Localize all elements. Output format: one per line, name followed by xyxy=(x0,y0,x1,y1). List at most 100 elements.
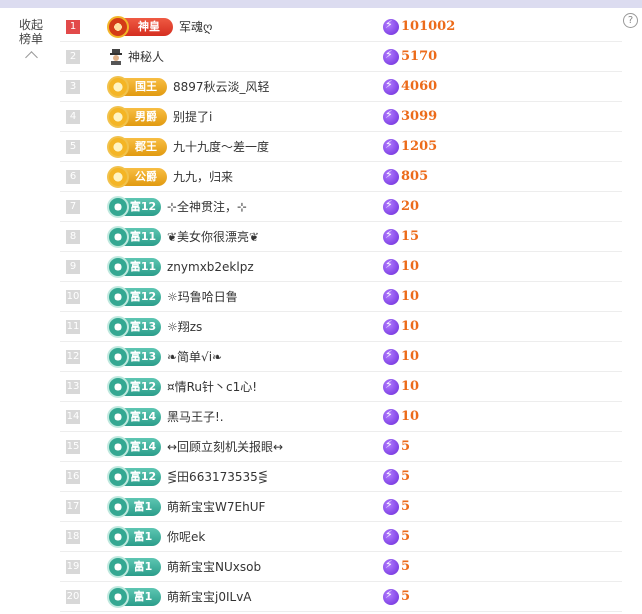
rank-number: 10 xyxy=(66,290,80,304)
rank-number: 8 xyxy=(66,230,80,244)
ranking-row[interactable]: 6 公爵九九，归来 805 xyxy=(60,162,622,192)
energy-icon xyxy=(383,498,399,515)
level-badge: 国王 xyxy=(107,76,167,98)
ranking-row[interactable]: 20 富1 萌新宝宝j0ILvA 5 xyxy=(60,582,622,612)
ranking-row[interactable]: 19 富1 萌新宝宝NUxsob 5 xyxy=(60,552,622,582)
username[interactable]: znymxb2eklpz xyxy=(167,252,254,282)
badge-emblem-icon xyxy=(107,16,129,38)
ranking-row[interactable]: 3 国王 8897秋云淡_风轻 4060 xyxy=(60,72,622,102)
energy-icon xyxy=(383,258,399,275)
rank-number: 7 xyxy=(66,200,80,214)
level-badge: 富14 xyxy=(107,436,161,458)
badge-emblem-icon xyxy=(107,166,129,188)
ranking-row[interactable]: 12 富13 ❧简单√i❧ 10 xyxy=(60,342,622,372)
score-value: 10 xyxy=(401,409,420,424)
ranking-row[interactable]: 10 富12 ☼玛鲁哈日鲁 10 xyxy=(60,282,622,312)
ranking-row[interactable]: 8 富11 ❦美女你很漂亮❦ 15 xyxy=(60,222,622,252)
username[interactable]: ⊹全神贯注，⊹ xyxy=(167,192,247,222)
mystery-user-icon xyxy=(109,49,123,65)
energy-icon xyxy=(383,138,399,155)
badge-emblem-icon xyxy=(107,526,129,548)
username[interactable]: ↔回顾立刻机关报眼↔ xyxy=(167,432,283,462)
badge-emblem-icon xyxy=(107,376,129,398)
badge-emblem-icon xyxy=(107,346,129,368)
level-badge: 富12 xyxy=(107,196,161,218)
level-badge: 神皇 xyxy=(107,16,173,38)
level-badge: 富12 xyxy=(107,376,161,398)
energy-icon xyxy=(383,348,399,365)
username[interactable]: 萌新宝宝NUxsob xyxy=(167,552,261,582)
username[interactable]: ☼翔zs xyxy=(167,312,202,342)
ranking-row[interactable]: 1 神皇军魂ღ 101002 xyxy=(60,12,622,42)
username[interactable]: 九十九度～差一度 xyxy=(173,132,269,162)
username[interactable]: 神秘人 xyxy=(128,42,164,72)
ranking-list: 1 神皇军魂ღ 101002 2 神秘人 5170 3 国王 8897秋云淡_风轻 4060 4 男爵… xyxy=(60,12,622,612)
energy-icon xyxy=(383,318,399,335)
energy-icon xyxy=(383,468,399,485)
badge-emblem-icon xyxy=(107,106,129,128)
username[interactable]: ❧简单√i❧ xyxy=(167,342,222,372)
score-value: 5 xyxy=(401,529,411,544)
username[interactable]: 九九，归来 xyxy=(173,162,233,192)
badge-emblem-icon xyxy=(107,76,129,98)
badge-emblem-icon xyxy=(107,286,129,308)
ranking-row[interactable]: 4 男爵别提了i 3099 xyxy=(60,102,622,132)
ranking-row[interactable]: 15 富14 ↔回顾立刻机关报眼↔ 5 xyxy=(60,432,622,462)
level-badge: 郡王 xyxy=(107,136,167,158)
ranking-row[interactable]: 13 富12 ¤情Ru针丶c1心! 10 xyxy=(60,372,622,402)
rank-number: 19 xyxy=(66,560,80,574)
username[interactable]: 萌新宝宝j0ILvA xyxy=(167,582,252,612)
username[interactable]: 军魂ღ xyxy=(179,12,212,42)
score-value: 5 xyxy=(401,589,411,604)
badge-emblem-icon xyxy=(107,406,129,428)
rank-number: 11 xyxy=(66,320,80,334)
username[interactable]: 黑马王子!. xyxy=(167,402,224,432)
ranking-row[interactable]: 14 富14 黑马王子!. 10 xyxy=(60,402,622,432)
rank-number: 14 xyxy=(66,410,80,424)
rank-number: 6 xyxy=(66,170,80,184)
ranking-row[interactable]: 11 富13 ☼翔zs 10 xyxy=(60,312,622,342)
badge-emblem-icon xyxy=(107,436,129,458)
score-value: 20 xyxy=(401,199,420,214)
help-icon[interactable]: ? xyxy=(623,13,638,28)
rank-number: 20 xyxy=(66,590,80,604)
username[interactable]: ❦美女你很漂亮❦ xyxy=(167,222,259,252)
level-badge: 公爵 xyxy=(107,166,167,188)
energy-icon xyxy=(383,78,399,95)
rank-number: 17 xyxy=(66,500,80,514)
username[interactable]: ☼玛鲁哈日鲁 xyxy=(167,282,238,312)
energy-icon xyxy=(383,588,399,605)
badge-emblem-icon xyxy=(107,196,129,218)
ranking-row[interactable]: 2 神秘人 5170 xyxy=(60,42,622,72)
collapse-ranking-button[interactable]: 收起 榜单 xyxy=(8,18,54,64)
level-badge: 富12 xyxy=(107,466,161,488)
ranking-row[interactable]: 5 郡王九十九度～差一度 1205 xyxy=(60,132,622,162)
ranking-row[interactable]: 16 富12 ⋚田663173535⋚ 5 xyxy=(60,462,622,492)
ranking-row[interactable]: 9 富11 znymxb2eklpz 10 xyxy=(60,252,622,282)
level-badge: 富11 xyxy=(107,226,161,248)
rank-number: 12 xyxy=(66,350,80,364)
ranking-row[interactable]: 7 富12 ⊹全神贯注，⊹ 20 xyxy=(60,192,622,222)
username[interactable]: 别提了i xyxy=(173,102,212,132)
ranking-row[interactable]: 17 富1 萌新宝宝W7EhUF 5 xyxy=(60,492,622,522)
energy-icon xyxy=(383,408,399,425)
score-value: 5 xyxy=(401,499,411,514)
score-value: 10 xyxy=(401,319,420,334)
level-badge: 富1 xyxy=(107,526,161,548)
score-value: 5170 xyxy=(401,49,438,64)
username[interactable]: 萌新宝宝W7EhUF xyxy=(167,492,265,522)
username[interactable]: ⋚田663173535⋚ xyxy=(167,462,268,492)
rank-number: 5 xyxy=(66,140,80,154)
ranking-row[interactable]: 18 富1 你呢ek 5 xyxy=(60,522,622,552)
username[interactable]: 8897秋云淡_风轻 xyxy=(173,72,270,102)
username[interactable]: 你呢ek xyxy=(167,522,205,552)
level-badge: 富13 xyxy=(107,316,161,338)
energy-icon xyxy=(383,18,399,35)
rank-number: 1 xyxy=(66,20,80,34)
score-value: 10 xyxy=(401,259,420,274)
badge-emblem-icon xyxy=(107,256,129,278)
energy-icon xyxy=(383,378,399,395)
rank-number: 3 xyxy=(66,80,80,94)
username[interactable]: ¤情Ru针丶c1心! xyxy=(167,372,257,402)
badge-emblem-icon xyxy=(107,556,129,578)
